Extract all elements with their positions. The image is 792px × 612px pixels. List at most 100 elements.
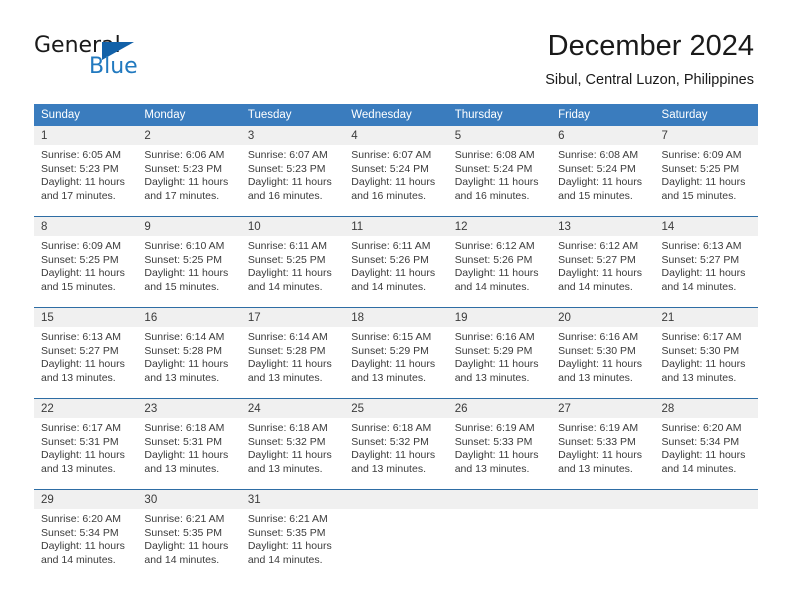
calendar-day-cell[interactable]: 2 Sunrise: 6:06 AM Sunset: 5:23 PM Daylight… [137, 126, 241, 217]
detail-daylight-line1: Daylight: 11 hours [41, 449, 125, 462]
day-number: 22 [34, 399, 138, 418]
detail-sunset: Sunset: 5:33 PM [558, 435, 636, 448]
detail-sunset: Sunset: 5:35 PM [144, 526, 223, 539]
day-cell-inner: 13 Sunrise: 6:12 AM Sunset: 5:27 PM Dayligh… [551, 217, 655, 307]
detail-sunrise: Sunrise: 6:19 AM [454, 422, 535, 434]
calendar-day-cell[interactable]: 28 Sunrise: 6:20 AM Sunset: 5:34 PM Dayligh… [654, 398, 758, 490]
calendar-day-cell[interactable]: 6 Sunrise: 6:08 AM Sunset: 5:24 PM Daylight… [551, 126, 655, 217]
calendar-day-cell[interactable]: 29 Sunrise: 6:20 AM Sunset: 5:34 PM Dayligh… [34, 489, 138, 580]
calendar-day-cell[interactable]: 25 Sunrise: 6:18 AM Sunset: 5:32 PM Dayligh… [344, 398, 448, 490]
detail-sunset: Sunset: 5:34 PM [661, 435, 740, 448]
general-blue-logo[interactable]: General Blue [34, 33, 214, 89]
calendar-day-cell[interactable]: 23 Sunrise: 6:18 AM Sunset: 5:31 PM Dayligh… [137, 398, 241, 490]
calendar-header-row: Sunday Monday Tuesday Wednesday Thursday… [34, 104, 758, 126]
day-number: 6 [551, 126, 655, 145]
detail-daylight-line2: and 16 minutes. [351, 189, 426, 202]
day-number: 12 [447, 217, 552, 236]
detail-sunset: Sunset: 5:25 PM [144, 253, 223, 266]
day-details: Sunrise: 6:10 AM Sunset: 5:25 PM Daylight:… [137, 236, 240, 294]
calendar-day-cell [654, 489, 758, 580]
calendar-day-cell[interactable]: 4 Sunrise: 6:07 AM Sunset: 5:24 PM Daylight… [344, 126, 448, 217]
day-details: Sunrise: 6:21 AM Sunset: 5:35 PM Daylight:… [137, 509, 240, 567]
detail-daylight-line1: Daylight: 11 hours [661, 358, 746, 371]
calendar-day-cell[interactable]: 8 Sunrise: 6:09 AM Sunset: 5:25 PM Daylight… [34, 216, 138, 308]
calendar-day-cell[interactable]: 24 Sunrise: 6:18 AM Sunset: 5:32 PM Dayligh… [240, 398, 345, 490]
day-number: 23 [137, 399, 241, 418]
day-details: Sunrise: 6:16 AM Sunset: 5:29 PM Daylight:… [448, 327, 551, 385]
calendar-day-cell[interactable]: 14 Sunrise: 6:13 AM Sunset: 5:27 PM Dayligh… [654, 216, 758, 308]
detail-daylight-line2: and 16 minutes. [454, 189, 530, 202]
calendar-day-cell[interactable]: 18 Sunrise: 6:15 AM Sunset: 5:29 PM Dayligh… [344, 307, 448, 399]
calendar-day-cell[interactable]: 26 Sunrise: 6:19 AM Sunset: 5:33 PM Dayligh… [447, 398, 552, 490]
weekday-header-thursday: Thursday [447, 104, 552, 126]
calendar-day-cell[interactable]: 27 Sunrise: 6:19 AM Sunset: 5:33 PM Dayligh… [551, 398, 655, 490]
detail-daylight-line1: Daylight: 11 hours [454, 176, 539, 189]
detail-daylight-line2: and 14 minutes. [247, 280, 323, 293]
detail-daylight-line2: and 13 minutes. [247, 371, 323, 384]
detail-sunrise: Sunrise: 6:21 AM [247, 513, 328, 525]
calendar-day-cell[interactable]: 11 Sunrise: 6:11 AM Sunset: 5:26 PM Dayligh… [344, 216, 448, 308]
calendar-day-cell[interactable]: 16 Sunrise: 6:14 AM Sunset: 5:28 PM Dayligh… [137, 307, 241, 399]
detail-sunset: Sunset: 5:24 PM [454, 162, 533, 175]
detail-daylight-line1: Daylight: 11 hours [558, 449, 642, 462]
day-details: Sunrise: 6:15 AM Sunset: 5:29 PM Daylight:… [344, 327, 447, 385]
detail-sunset: Sunset: 5:25 PM [41, 253, 119, 266]
detail-sunset: Sunset: 5:25 PM [661, 162, 740, 175]
day-details: Sunrise: 6:05 AM Sunset: 5:23 PM Daylight:… [34, 145, 137, 203]
calendar-day-cell[interactable]: 20 Sunrise: 6:16 AM Sunset: 5:30 PM Dayligh… [551, 307, 655, 399]
detail-sunset: Sunset: 5:27 PM [558, 253, 636, 266]
day-cell-inner [447, 490, 552, 580]
calendar-day-cell[interactable]: 9 Sunrise: 6:10 AM Sunset: 5:25 PM Daylight… [137, 216, 241, 308]
detail-daylight-line2: and 16 minutes. [247, 189, 323, 202]
calendar-day-cell [344, 489, 448, 580]
detail-daylight-line2: and 14 minutes. [144, 553, 220, 566]
calendar-day-cell[interactable]: 21 Sunrise: 6:17 AM Sunset: 5:30 PM Dayligh… [654, 307, 758, 399]
detail-sunrise: Sunrise: 6:11 AM [351, 240, 431, 252]
day-number: 8 [34, 217, 138, 236]
calendar-week-row: 1 Sunrise: 6:05 AM Sunset: 5:23 PM Daylight… [34, 126, 758, 217]
day-number: 26 [447, 399, 552, 418]
calendar-day-cell[interactable]: 7 Sunrise: 6:09 AM Sunset: 5:25 PM Daylight… [654, 126, 758, 217]
day-number: 20 [551, 308, 655, 327]
day-cell-inner: 31 Sunrise: 6:21 AM Sunset: 5:35 PM Dayligh… [240, 490, 345, 580]
detail-sunset: Sunset: 5:29 PM [454, 344, 533, 357]
detail-daylight-line2: and 13 minutes. [558, 371, 633, 384]
detail-sunrise: Sunrise: 6:08 AM [454, 149, 535, 161]
detail-sunrise: Sunrise: 6:20 AM [661, 422, 742, 434]
calendar-day-cell[interactable]: 5 Sunrise: 6:08 AM Sunset: 5:24 PM Daylight… [447, 126, 552, 217]
detail-daylight-line2: and 15 minutes. [661, 189, 737, 202]
calendar-day-cell[interactable]: 30 Sunrise: 6:21 AM Sunset: 5:35 PM Dayligh… [137, 489, 241, 580]
day-cell-inner: 23 Sunrise: 6:18 AM Sunset: 5:31 PM Dayligh… [137, 399, 241, 489]
calendar-day-cell[interactable]: 1 Sunrise: 6:05 AM Sunset: 5:23 PM Daylight… [34, 126, 138, 217]
detail-daylight-line1: Daylight: 11 hours [247, 540, 332, 553]
calendar-day-cell[interactable]: 22 Sunrise: 6:17 AM Sunset: 5:31 PM Dayligh… [34, 398, 138, 490]
detail-daylight-line1: Daylight: 11 hours [247, 176, 332, 189]
calendar-day-cell[interactable]: 19 Sunrise: 6:16 AM Sunset: 5:29 PM Dayligh… [447, 307, 552, 399]
calendar-day-cell[interactable]: 12 Sunrise: 6:12 AM Sunset: 5:26 PM Dayligh… [447, 216, 552, 308]
calendar-day-cell[interactable]: 3 Sunrise: 6:07 AM Sunset: 5:23 PM Daylight… [240, 126, 345, 217]
day-number: 1 [34, 126, 138, 145]
detail-sunrise: Sunrise: 6:10 AM [144, 240, 225, 252]
detail-sunset: Sunset: 5:33 PM [454, 435, 533, 448]
detail-daylight-line1: Daylight: 11 hours [558, 176, 642, 189]
day-cell-inner: 21 Sunrise: 6:17 AM Sunset: 5:30 PM Dayligh… [654, 308, 758, 398]
day-cell-inner: 8 Sunrise: 6:09 AM Sunset: 5:25 PM Daylight… [34, 217, 138, 307]
detail-daylight-line1: Daylight: 11 hours [144, 267, 229, 280]
calendar-day-cell[interactable]: 15 Sunrise: 6:13 AM Sunset: 5:27 PM Dayligh… [34, 307, 138, 399]
detail-daylight-line1: Daylight: 11 hours [144, 449, 229, 462]
detail-sunset: Sunset: 5:35 PM [247, 526, 326, 539]
detail-sunset: Sunset: 5:32 PM [351, 435, 429, 448]
calendar-week-row: 29 Sunrise: 6:20 AM Sunset: 5:34 PM Dayligh… [34, 489, 758, 580]
calendar-day-cell[interactable]: 10 Sunrise: 6:11 AM Sunset: 5:25 PM Dayligh… [240, 216, 345, 308]
detail-daylight-line2: and 15 minutes. [41, 280, 116, 293]
detail-sunrise: Sunrise: 6:09 AM [41, 240, 121, 252]
calendar-day-cell[interactable]: 31 Sunrise: 6:21 AM Sunset: 5:35 PM Dayligh… [240, 489, 345, 580]
detail-sunrise: Sunrise: 6:20 AM [41, 513, 121, 525]
day-details: Sunrise: 6:11 AM Sunset: 5:26 PM Daylight:… [344, 236, 447, 294]
detail-sunrise: Sunrise: 6:12 AM [454, 240, 535, 252]
detail-daylight-line2: and 13 minutes. [351, 371, 426, 384]
calendar-day-cell[interactable]: 13 Sunrise: 6:12 AM Sunset: 5:27 PM Dayligh… [551, 216, 655, 308]
brand-name-blue: Blue [89, 54, 138, 79]
calendar-day-cell[interactable]: 17 Sunrise: 6:14 AM Sunset: 5:28 PM Dayligh… [240, 307, 345, 399]
detail-daylight-line2: and 13 minutes. [558, 462, 633, 475]
